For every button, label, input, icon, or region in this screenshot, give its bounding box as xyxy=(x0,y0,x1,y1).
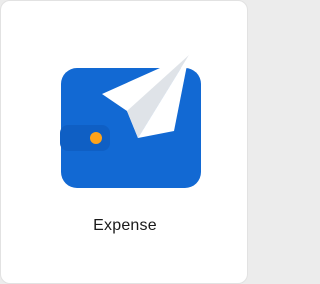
wallet-with-paper-plane-icon xyxy=(60,55,201,188)
expense-app-tile[interactable]: Expense xyxy=(0,0,248,284)
app-name-label: Expense xyxy=(93,217,157,234)
